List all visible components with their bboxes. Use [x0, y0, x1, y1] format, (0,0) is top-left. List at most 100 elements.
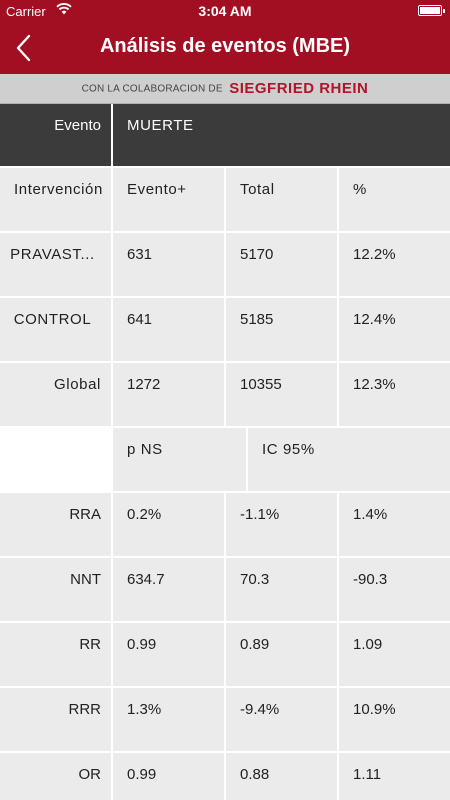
total-cell: 10355 [226, 363, 337, 426]
stat-value-cell: 0.2% [113, 493, 224, 556]
ci-low-value: 0.89 [240, 636, 270, 653]
ci-low-value: -1.1% [240, 506, 280, 523]
stat-label-cell: OR [0, 753, 111, 800]
table-row: RRR 1.3% -9.4% 10.9% [0, 688, 450, 753]
percent-header: % [353, 181, 367, 198]
stat-label-cell: NNT [0, 558, 111, 621]
stat-value-cell: 0.99 [113, 623, 224, 686]
group-label-cell: Global [0, 363, 111, 426]
event-plus-value: 1272 [127, 376, 161, 393]
sponsor-banner: CON LA COLABORACION DE SIEGFRIED RHEIN [0, 74, 450, 104]
table-row: PRAVAST... 631 5170 12.2% [0, 233, 450, 298]
nav-bar: Análisis de eventos (MBE) [0, 22, 450, 74]
intervention-header-cell: Intervención [0, 168, 111, 231]
stat-value: 0.99 [127, 636, 157, 653]
stat-label: NNT [70, 571, 101, 588]
stat-label-cell: RRA [0, 493, 111, 556]
ci-high-value: 1.11 [353, 766, 382, 783]
ci-low-cell: 70.3 [226, 558, 337, 621]
stats-header-row: p NS IC 95% [0, 428, 450, 493]
stat-label: OR [78, 766, 102, 783]
group-label-cell: CONTROL [0, 298, 111, 361]
table-row: RRA 0.2% -1.1% 1.4% [0, 493, 450, 558]
ci-high-cell: 1.11 [339, 753, 450, 800]
event-plus-cell: 631 [113, 233, 224, 296]
stat-value: 0.99 [127, 766, 157, 783]
table-row: RR 0.99 0.89 1.09 [0, 623, 450, 688]
stat-value: 0.2% [127, 506, 162, 523]
p-value-header: p NS [127, 441, 163, 458]
stat-value: 634.7 [127, 571, 165, 588]
results-table: Evento MUERTE Intervención Evento+ Total… [0, 104, 450, 800]
ci-high-cell: 10.9% [339, 688, 450, 751]
total-cell: 5170 [226, 233, 337, 296]
event-plus-value: 631 [127, 246, 153, 263]
stat-value-cell: 0.99 [113, 753, 224, 800]
stat-value-cell: 1.3% [113, 688, 224, 751]
percent-cell: 12.3% [339, 363, 450, 426]
group-label-cell: PRAVAST... [0, 233, 111, 296]
blank-cell [0, 428, 111, 491]
columns-header-row: Intervención Evento+ Total % [0, 168, 450, 233]
total-value: 5185 [240, 311, 274, 328]
event-plus-header-cell: Evento+ [113, 168, 224, 231]
total-header-cell: Total [226, 168, 337, 231]
ci-high-cell: 1.09 [339, 623, 450, 686]
percent-cell: 12.4% [339, 298, 450, 361]
ci-low-value: 0.88 [240, 766, 270, 783]
sponsor-brand-logo: SIEGFRIED RHEIN [229, 80, 369, 98]
ci-low-cell: -9.4% [226, 688, 337, 751]
intervention-header: Intervención [14, 181, 103, 198]
stat-label-cell: RRR [0, 688, 111, 751]
table-row: NNT 634.7 70.3 -90.3 [0, 558, 450, 623]
page-title: Análisis de eventos (MBE) [99, 35, 351, 57]
stat-label: RRR [68, 701, 102, 718]
ci-header-cell: IC 95% [248, 428, 450, 491]
group-label: Global [54, 376, 101, 393]
stat-label: RRA [69, 506, 101, 523]
percent-value: 12.4% [353, 311, 396, 328]
event-plus-value: 641 [127, 311, 153, 328]
ci-high-cell: -90.3 [339, 558, 450, 621]
stat-value-cell: 634.7 [113, 558, 224, 621]
percent-header-cell: % [339, 168, 450, 231]
ci-low-cell: 0.89 [226, 623, 337, 686]
ci-low-cell: 0.88 [226, 753, 337, 800]
table-row: OR 0.99 0.88 1.11 [0, 753, 450, 800]
table-row: Global 1272 10355 12.3% [0, 363, 450, 428]
stat-value: 1.3% [127, 701, 162, 718]
ci-high-value: 1.4% [353, 506, 388, 523]
event-plus-cell: 1272 [113, 363, 224, 426]
event-value-cell: MUERTE [113, 104, 450, 166]
total-header: Total [240, 181, 275, 198]
event-value: MUERTE [127, 117, 194, 134]
group-label: CONTROL [13, 311, 92, 328]
battery-icon [418, 5, 445, 16]
sponsor-prefix: CON LA COLABORACION DE [81, 83, 223, 95]
event-header-row: Evento MUERTE [0, 104, 450, 168]
total-cell: 5185 [226, 298, 337, 361]
total-value: 10355 [240, 376, 282, 393]
ci-low-value: -9.4% [240, 701, 280, 718]
percent-value: 12.3% [353, 376, 396, 393]
event-label: Evento [54, 117, 101, 134]
ci-low-value: 70.3 [240, 571, 270, 588]
event-plus-header: Evento+ [127, 181, 187, 198]
ci-low-cell: -1.1% [226, 493, 337, 556]
event-plus-cell: 641 [113, 298, 224, 361]
status-bar: Carrier 3:04 AM [0, 0, 450, 22]
group-label: PRAVAST... [10, 246, 95, 263]
percent-cell: 12.2% [339, 233, 450, 296]
ci-header: IC 95% [262, 441, 315, 458]
p-value-header-cell: p NS [113, 428, 246, 491]
ci-high-value: 10.9% [353, 701, 396, 718]
event-label-cell: Evento [0, 104, 111, 166]
stat-label: RR [79, 636, 101, 653]
clock: 3:04 AM [198, 3, 252, 19]
ci-high-value: 1.09 [353, 636, 383, 653]
table-row: CONTROL 641 5185 12.4% [0, 298, 450, 363]
ci-high-value: -90.3 [353, 571, 388, 588]
percent-value: 12.2% [353, 246, 396, 263]
stat-label-cell: RR [0, 623, 111, 686]
total-value: 5170 [240, 246, 274, 263]
